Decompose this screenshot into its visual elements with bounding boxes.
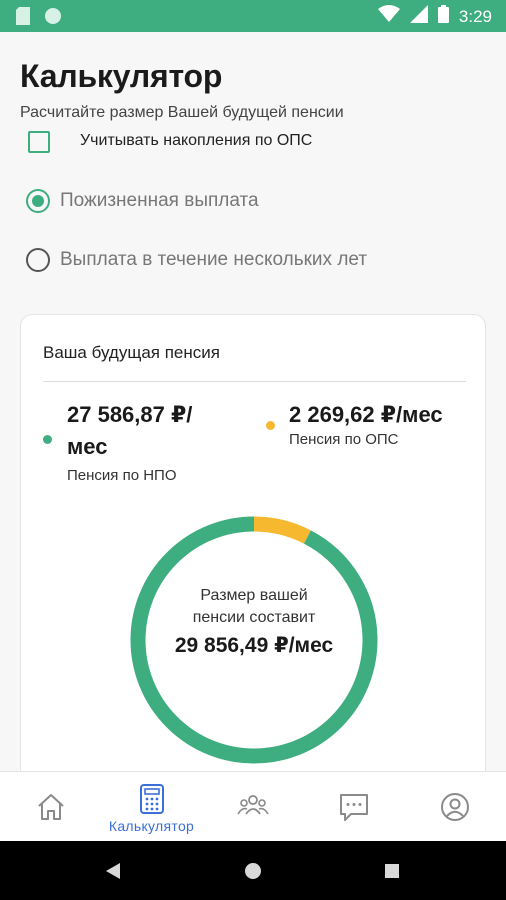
ops-legend-dot	[266, 421, 275, 430]
nav-label-calculator: Калькулятор	[108, 818, 195, 834]
npo-pension-stat: 27 586,87 ₽/ мес Пенсия по НПО	[43, 399, 257, 484]
status-bar: 3:29	[0, 0, 506, 32]
page-title: Калькулятор	[20, 58, 223, 94]
people-icon	[236, 795, 269, 815]
chat-icon	[339, 794, 368, 821]
circle-notification-icon	[44, 7, 62, 30]
profile-icon	[440, 793, 469, 821]
system-navigation-bar	[0, 841, 506, 900]
nav-item-chat[interactable]	[303, 772, 404, 842]
home-icon	[37, 794, 64, 820]
nav-item-calculator[interactable]: Калькулятор	[101, 772, 202, 842]
ops-savings-label: Учитывать накопления по ОПС	[80, 132, 313, 149]
battery-icon	[437, 5, 449, 28]
radio-lifetime-payout[interactable]: Пожизненная выплата	[26, 188, 259, 214]
sd-card-icon	[16, 7, 30, 30]
radio-label-fixed-term: Выплата в течение нескольких лет	[60, 249, 368, 270]
donut-label-line1: Размер вашей	[200, 587, 308, 604]
nav-item-people[interactable]	[202, 772, 303, 842]
npo-caption: Пенсия по НПО	[67, 467, 177, 484]
home-system-icon[interactable]	[245, 863, 261, 879]
nav-item-profile[interactable]	[404, 772, 505, 842]
npo-amount-line2: мес	[67, 434, 108, 459]
radio-button-unselected[interactable]	[26, 248, 50, 272]
card-divider	[43, 381, 466, 382]
donut-total-amount: 29 856,49 ₽/мес	[174, 634, 334, 657]
card-title: Ваша будущая пенсия	[43, 343, 220, 362]
npo-legend-dot	[43, 435, 52, 444]
recents-icon[interactable]	[385, 864, 399, 878]
bottom-navigation: Калькулятор	[0, 771, 506, 841]
pension-result-card: Ваша будущая пенсия 27 586,87 ₽/ мес Пен…	[20, 314, 486, 784]
page-subtitle: Расчитайте размер Вашей будущей пенсии	[20, 104, 344, 121]
donut-center-text: Размер вашей пенсии составит 29 856,49 ₽…	[129, 585, 379, 658]
ops-savings-checkbox-row[interactable]: Учитывать накопления по ОПС	[28, 130, 312, 154]
wifi-icon	[377, 5, 400, 28]
calculator-icon	[139, 784, 164, 814]
nav-item-home[interactable]	[0, 772, 101, 842]
radio-button-selected[interactable]	[26, 189, 50, 213]
signal-icon	[409, 5, 428, 28]
ops-pension-stat: 2 269,62 ₽/мес Пенсия по ОПС	[266, 399, 479, 448]
ops-caption: Пенсия по ОПС	[289, 431, 399, 448]
radio-label-lifetime: Пожизненная выплата	[60, 190, 259, 211]
npo-amount-line1: 27 586,87 ₽/	[67, 402, 193, 427]
ops-amount: 2 269,62 ₽/мес	[289, 402, 443, 427]
ops-savings-checkbox[interactable]	[28, 131, 50, 153]
back-icon[interactable]	[106, 863, 120, 879]
donut-label-line2: пенсии составит	[192, 609, 316, 626]
status-time: 3:29	[458, 6, 492, 26]
pension-donut-chart: Размер вашей пенсии составит 29 856,49 ₽…	[129, 515, 379, 765]
radio-fixed-term-payout[interactable]: Выплата в течение нескольких лет	[26, 247, 367, 273]
